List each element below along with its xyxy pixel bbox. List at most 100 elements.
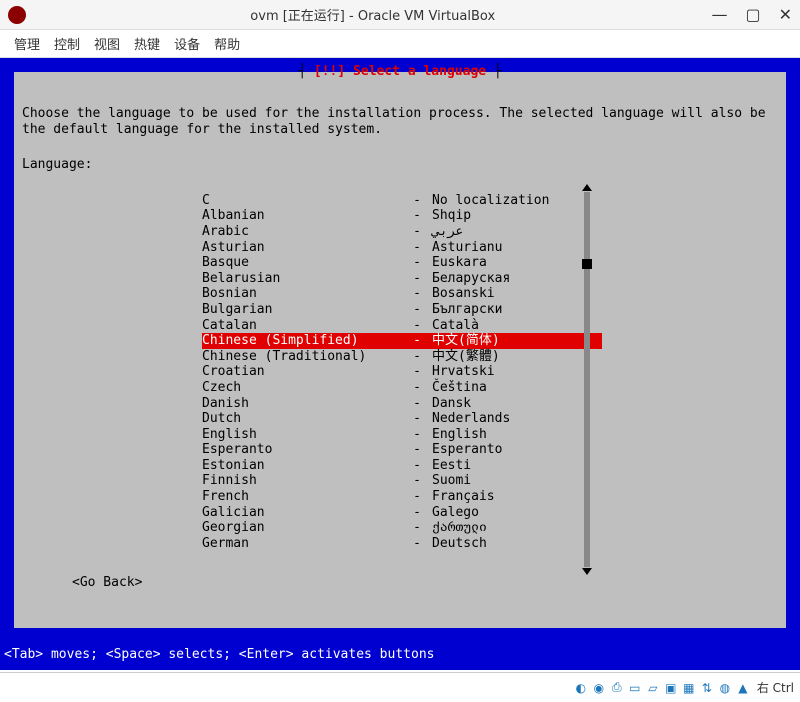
- language-item[interactable]: Croatian-Hrvatski: [202, 364, 602, 380]
- separator: -: [402, 333, 432, 349]
- language-native: Galego: [432, 505, 602, 521]
- scroll-up-arrow-icon[interactable]: [582, 184, 592, 191]
- separator: -: [402, 442, 432, 458]
- language-item[interactable]: Chinese (Simplified)-中文(简体): [202, 333, 602, 349]
- network-icon[interactable]: ⇅: [699, 680, 715, 696]
- language-native: Bosanski: [432, 286, 602, 302]
- separator: -: [402, 318, 432, 334]
- language-item[interactable]: Chinese (Traditional)-中文(繁體): [202, 349, 602, 365]
- language-native: Български: [432, 302, 602, 318]
- language-item[interactable]: Basque-Euskara: [202, 255, 602, 271]
- language-native: ქართული: [432, 520, 602, 536]
- language-name: Catalan: [202, 318, 402, 334]
- language-name: Czech: [202, 380, 402, 396]
- close-button[interactable]: ✕: [779, 5, 792, 24]
- language-native: Nederlands: [432, 411, 602, 427]
- language-item[interactable]: Finnish-Suomi: [202, 473, 602, 489]
- statusbar: ◐ ◉ ⎙ ▭ ▱ ▣ ▦ ⇅ ◍ ▲ 右 Ctrl: [0, 672, 800, 702]
- language-name: Georgian: [202, 520, 402, 536]
- language-native: Suomi: [432, 473, 602, 489]
- language-native: Eesti: [432, 458, 602, 474]
- language-item[interactable]: Czech-Čeština: [202, 380, 602, 396]
- language-name: Belarusian: [202, 271, 402, 287]
- menu-view[interactable]: 视图: [94, 34, 120, 53]
- separator: -: [402, 411, 432, 427]
- language-list[interactable]: C-No localizationAlbanian-ShqipArabic-عر…: [202, 193, 602, 552]
- language-native: Français: [432, 489, 602, 505]
- language-label: Language:: [22, 157, 778, 173]
- cd-icon[interactable]: ◉: [591, 680, 607, 696]
- maximize-button[interactable]: ▢: [745, 5, 760, 24]
- menu-manage[interactable]: 管理: [14, 34, 40, 53]
- separator: -: [402, 302, 432, 318]
- language-item[interactable]: Arabic-عربي: [202, 224, 602, 240]
- hdd-icon[interactable]: ◐: [573, 680, 589, 696]
- display-icon[interactable]: ▣: [663, 680, 679, 696]
- language-name: Croatian: [202, 364, 402, 380]
- separator: -: [402, 224, 432, 240]
- language-name: Basque: [202, 255, 402, 271]
- dialog-title: [!!] Select a language: [314, 64, 486, 79]
- vm-screen[interactable]: ┤ [!!] Select a language ├ Choose the la…: [0, 58, 800, 670]
- language-native: Hrvatski: [432, 364, 602, 380]
- language-item[interactable]: Asturian-Asturianu: [202, 240, 602, 256]
- language-item[interactable]: Georgian-ქართული: [202, 520, 602, 536]
- language-name: Bosnian: [202, 286, 402, 302]
- separator: -: [402, 380, 432, 396]
- separator: -: [402, 208, 432, 224]
- language-native: Deutsch: [432, 536, 602, 552]
- language-native: Esperanto: [432, 442, 602, 458]
- menu-devices[interactable]: 设备: [174, 34, 200, 53]
- language-item[interactable]: Galician-Galego: [202, 505, 602, 521]
- separator: -: [402, 427, 432, 443]
- separator: -: [402, 193, 432, 209]
- language-item[interactable]: Dutch-Nederlands: [202, 411, 602, 427]
- language-native: Dansk: [432, 396, 602, 412]
- menu-help[interactable]: 帮助: [214, 34, 240, 53]
- language-name: Asturian: [202, 240, 402, 256]
- language-item[interactable]: German-Deutsch: [202, 536, 602, 552]
- video-icon[interactable]: ▦: [681, 680, 697, 696]
- language-item[interactable]: French-Français: [202, 489, 602, 505]
- window-titlebar: ovm [正在运行] - Oracle VM VirtualBox — ▢ ✕: [0, 0, 800, 30]
- language-item[interactable]: Esperanto-Esperanto: [202, 442, 602, 458]
- language-item[interactable]: Danish-Dansk: [202, 396, 602, 412]
- separator: -: [402, 286, 432, 302]
- language-item[interactable]: Bulgarian-Български: [202, 302, 602, 318]
- language-item[interactable]: Albanian-Shqip: [202, 208, 602, 224]
- menu-control[interactable]: 控制: [54, 34, 80, 53]
- separator: -: [402, 396, 432, 412]
- go-back-button[interactable]: <Go Back>: [72, 575, 778, 591]
- menu-hotkeys[interactable]: 热键: [134, 34, 160, 53]
- language-name: English: [202, 427, 402, 443]
- dialog-title-row: ┤ [!!] Select a language ├: [14, 64, 786, 80]
- scrollbar-thumb[interactable]: [582, 259, 592, 269]
- language-item[interactable]: Bosnian-Bosanski: [202, 286, 602, 302]
- sd-icon[interactable]: ▱: [645, 680, 661, 696]
- mouse-icon[interactable]: ▲: [735, 680, 751, 696]
- sound-icon[interactable]: ◍: [717, 680, 733, 696]
- folder-icon[interactable]: ▭: [627, 680, 643, 696]
- separator: -: [402, 364, 432, 380]
- language-item[interactable]: Belarusian-Беларуская: [202, 271, 602, 287]
- separator: -: [402, 271, 432, 287]
- language-name: Chinese (Simplified): [202, 333, 402, 349]
- language-native: Euskara: [432, 255, 602, 271]
- language-item[interactable]: C-No localization: [202, 193, 602, 209]
- scrollbar-track[interactable]: [584, 192, 590, 567]
- language-name: C: [202, 193, 402, 209]
- language-item[interactable]: English-English: [202, 427, 602, 443]
- separator: -: [402, 458, 432, 474]
- usb-icon[interactable]: ⎙: [609, 680, 625, 696]
- scroll-down-arrow-icon[interactable]: [582, 568, 592, 575]
- app-icon: [8, 6, 26, 24]
- language-native: Shqip: [432, 208, 602, 224]
- language-native: 中文(繁體): [432, 349, 602, 365]
- separator: -: [402, 240, 432, 256]
- minimize-button[interactable]: —: [711, 5, 727, 24]
- language-item[interactable]: Catalan-Català: [202, 318, 602, 334]
- language-native: Català: [432, 318, 602, 334]
- language-native: Čeština: [432, 380, 602, 396]
- language-item[interactable]: Estonian-Eesti: [202, 458, 602, 474]
- language-native: 中文(简体): [432, 333, 602, 349]
